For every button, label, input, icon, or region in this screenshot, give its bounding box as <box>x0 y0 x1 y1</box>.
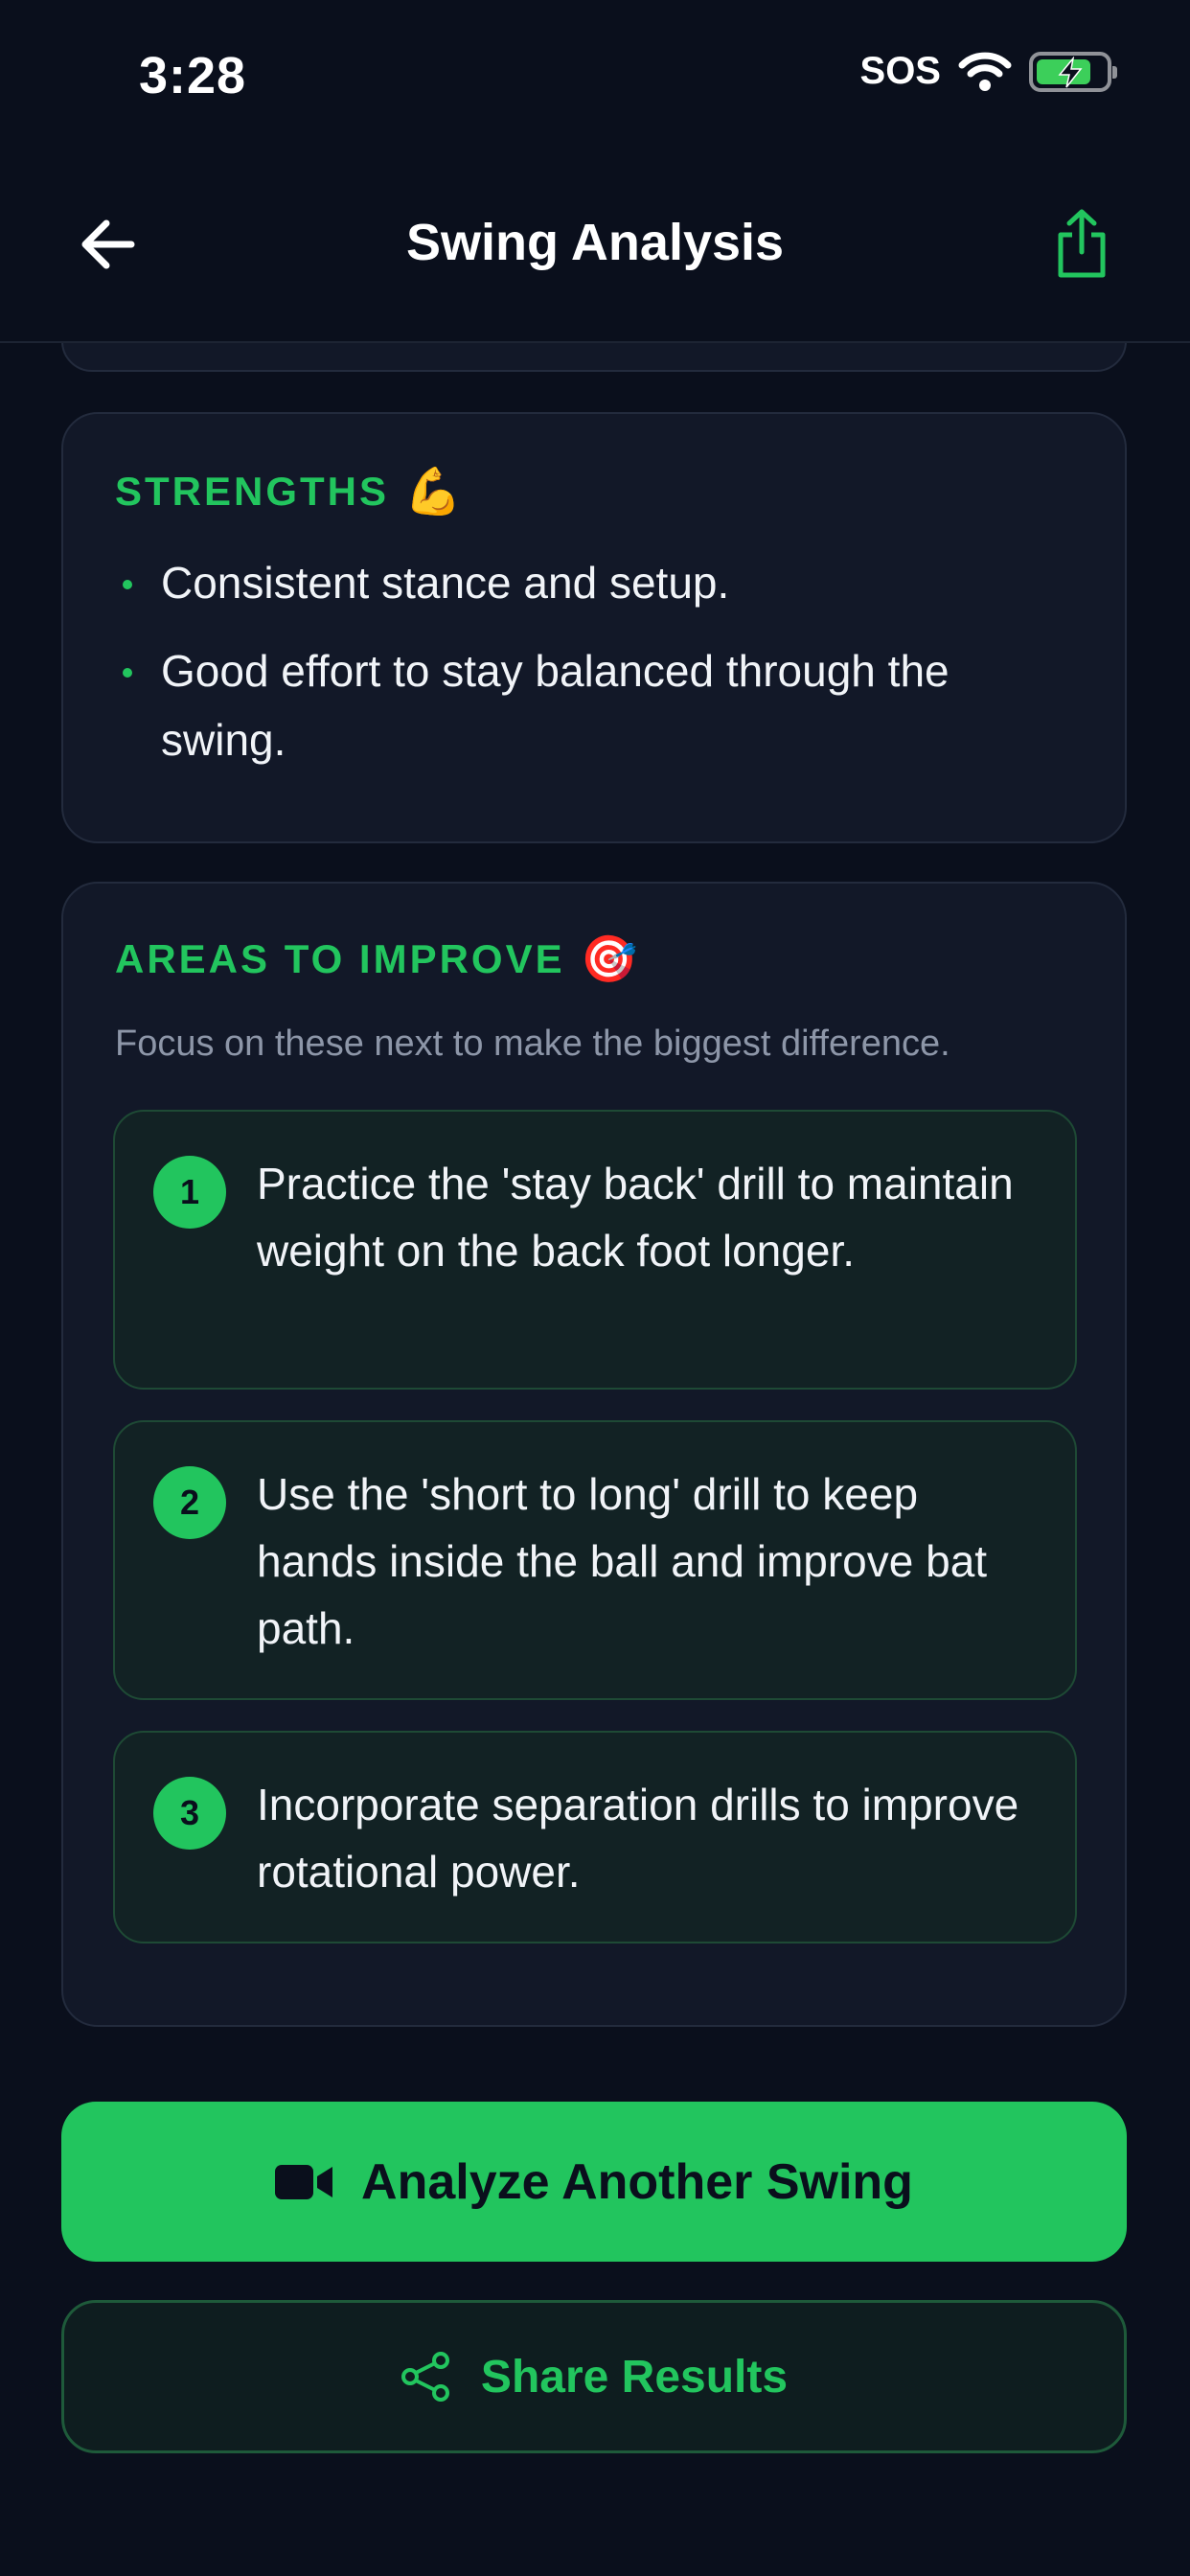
navigation-bar: Swing Analysis <box>0 153 1190 343</box>
strength-text: Good effort to stay balanced through the… <box>161 646 950 765</box>
bullet-icon <box>123 580 132 589</box>
analyze-button-label: Analyze Another Swing <box>361 2153 913 2210</box>
analyze-another-swing-button[interactable]: Analyze Another Swing <box>61 2102 1127 2262</box>
strengths-card: STRENGTHS 💪 Consistent stance and setup.… <box>61 412 1127 843</box>
improve-title: AREAS TO IMPROVE 🎯 <box>115 932 637 986</box>
list-item: Consistent stance and setup. <box>115 548 1067 617</box>
tip-text: Use the 'short to long' drill to keep ha… <box>257 1469 988 1653</box>
carrier-label: SOS <box>859 50 941 92</box>
bullet-icon <box>123 668 132 678</box>
list-item: Good effort to stay balanced through the… <box>115 636 1067 774</box>
tip-card-3: 3 Incorporate separation drills to impro… <box>113 1731 1077 1944</box>
improve-title-text: AREAS TO IMPROVE <box>115 935 565 981</box>
status-time: 3:28 <box>139 47 247 104</box>
flexed-biceps-icon: 💪 <box>404 467 462 518</box>
tip-text: Practice the 'stay back' drill to mainta… <box>257 1159 1014 1276</box>
strengths-list: Consistent stance and setup. Good effort… <box>115 548 1067 794</box>
battery-icon <box>1029 51 1117 92</box>
tip-card-1: 1 Practice the 'stay back' drill to main… <box>113 1110 1077 1390</box>
page-title: Swing Analysis <box>405 214 785 271</box>
share-up-icon <box>1058 209 1106 278</box>
status-bar: 3:28 SOS <box>0 0 1190 153</box>
target-icon: 🎯 <box>580 934 638 985</box>
tip-number-badge: 2 <box>153 1466 226 1539</box>
strength-text: Consistent stance and setup. <box>161 558 730 608</box>
tip-number-badge: 1 <box>153 1156 226 1229</box>
share-results-label: Share Results <box>480 2351 789 2403</box>
share-nodes-icon <box>400 2352 449 2402</box>
share-button[interactable] <box>1048 203 1115 284</box>
strengths-title-text: STRENGTHS <box>115 468 390 514</box>
video-camera-icon <box>275 2164 333 2199</box>
tip-number-badge: 3 <box>153 1777 226 1850</box>
tip-text: Incorporate separation drills to improve… <box>257 1780 1019 1897</box>
wifi-icon <box>958 52 1012 92</box>
share-results-button[interactable]: Share Results <box>61 2300 1127 2453</box>
improve-subtitle: Focus on these next to make the biggest … <box>115 1024 950 1064</box>
improve-card: AREAS TO IMPROVE 🎯 Focus on these next t… <box>61 882 1127 2027</box>
strengths-title: STRENGTHS 💪 <box>115 464 462 518</box>
tip-card-2: 2 Use the 'short to long' drill to keep … <box>113 1420 1077 1700</box>
status-indicators: SOS <box>859 50 1117 93</box>
